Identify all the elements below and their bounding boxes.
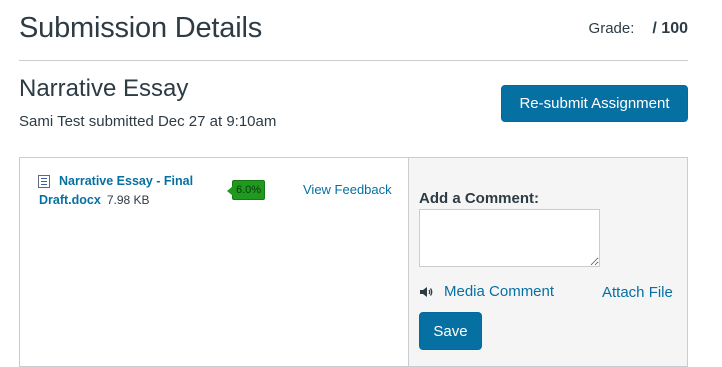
similarity-score-badge[interactable]: 6.0%	[227, 180, 265, 200]
submitted-files-pane: Narrative Essay - Final Draft.docx 7.98 K…	[20, 158, 408, 366]
media-comment-label[interactable]: Media Comment	[444, 283, 554, 300]
page-title: Submission Details	[19, 12, 262, 44]
view-feedback-link[interactable]: View Feedback	[303, 182, 392, 197]
file-size: 7.98 KB	[106, 193, 150, 207]
grade-display: Grade: / 100	[589, 20, 688, 38]
grade-value: / 100	[652, 20, 688, 37]
submission-panel: Narrative Essay - Final Draft.docx 7.98 K…	[19, 157, 688, 367]
assignment-title: Narrative Essay	[19, 75, 189, 102]
header-divider	[19, 60, 688, 61]
comment-pane: Add a Comment: Media Comment Attach File…	[408, 158, 687, 366]
speaker-icon	[419, 286, 434, 298]
grade-label: Grade:	[588, 20, 635, 37]
submission-info: Sami Test submitted Dec 27 at 9:10am	[19, 113, 277, 130]
save-comment-button[interactable]: Save	[419, 312, 482, 350]
comment-textarea[interactable]	[419, 209, 600, 267]
submitted-file-link[interactable]: Narrative Essay - Final Draft.docx 7.98 K…	[39, 172, 204, 210]
media-comment-link[interactable]: Media Comment	[419, 283, 554, 300]
attach-file-link[interactable]: Attach File	[602, 284, 673, 301]
add-comment-label: Add a Comment:	[419, 190, 539, 207]
resubmit-assignment-button[interactable]: Re-submit Assignment	[501, 85, 688, 122]
